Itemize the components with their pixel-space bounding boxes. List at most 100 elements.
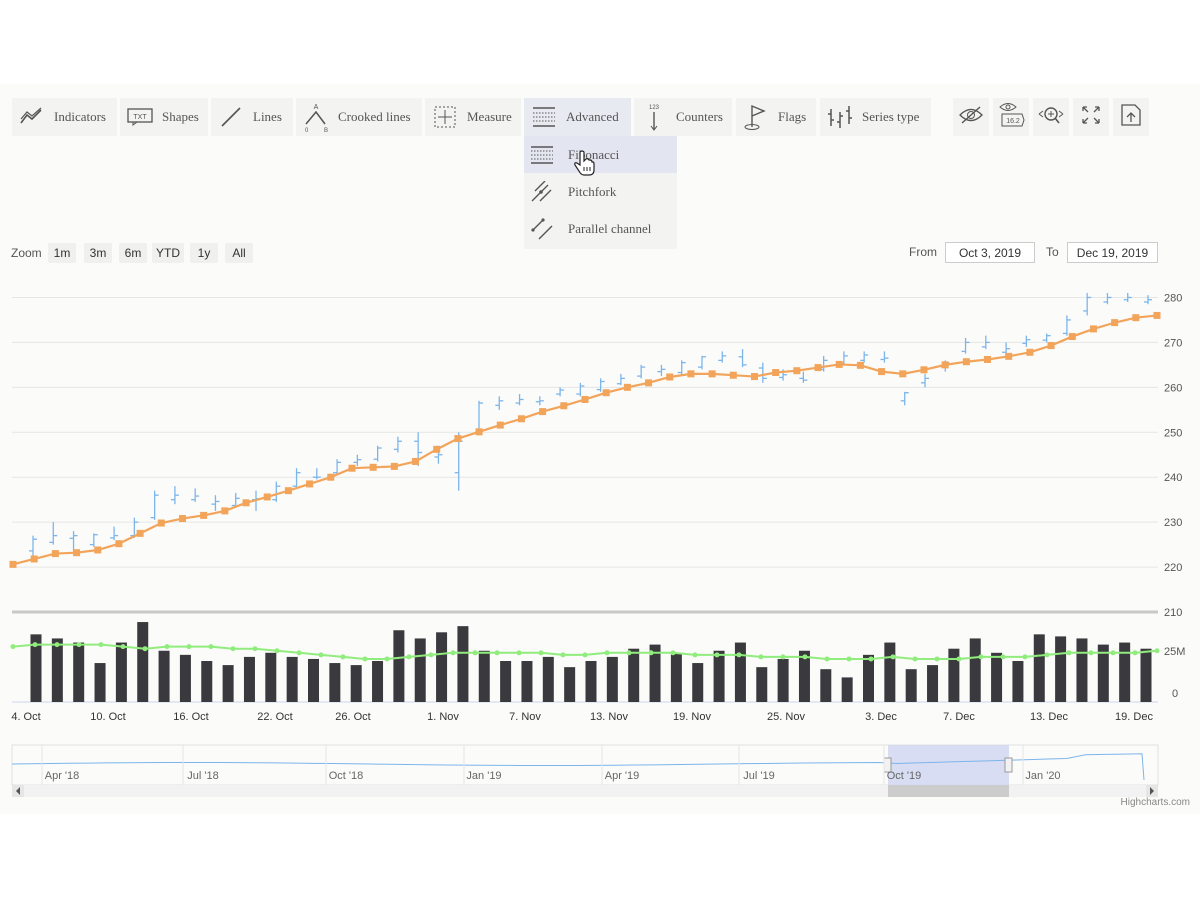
- ohlc-point: [110, 526, 119, 541]
- sma-marker: [539, 408, 547, 416]
- sma-marker: [433, 445, 441, 453]
- sma-marker: [856, 361, 864, 369]
- volume-sma-marker: [406, 654, 412, 660]
- ohlc-point: [150, 490, 159, 520]
- volume-bar: [94, 663, 106, 702]
- stock-chart: 210 220 230 240 250 260 270 280 0 25M 4. Oct 10. Oc…: [9, 292, 1185, 797]
- sma-marker: [390, 462, 398, 470]
- volume-bar: [734, 642, 746, 702]
- volume-sma-marker: [296, 650, 302, 656]
- volume-bar: [1033, 634, 1045, 702]
- volume-sma-marker: [582, 652, 588, 658]
- volume-bar: [585, 661, 597, 702]
- x-axis-label: 13. Dec: [1030, 711, 1068, 723]
- volume-sma-marker: [538, 650, 544, 656]
- sma-marker: [327, 473, 335, 481]
- volume-bar: [863, 654, 874, 702]
- sma-marker: [1111, 319, 1119, 327]
- sma-marker: [878, 368, 886, 376]
- volume-bar: [243, 656, 255, 702]
- ohlc-point: [1062, 315, 1071, 336]
- navigator-label: Jan '19: [466, 770, 501, 782]
- sma-marker: [687, 370, 695, 378]
- sma-marker: [136, 529, 144, 537]
- volume-bar: [1140, 648, 1152, 702]
- volume-sma-marker: [868, 656, 874, 662]
- x-axis-label: 3. Dec: [865, 711, 897, 723]
- price-tick-label: 260: [1164, 382, 1182, 394]
- ohlc-point: [961, 337, 970, 354]
- volume-tick-label: 0: [1172, 688, 1178, 700]
- ohlc-point: [1042, 333, 1051, 343]
- sma-marker: [221, 507, 229, 515]
- price-tick-label: 220: [1164, 562, 1182, 574]
- x-axis-label: 10. Oct: [90, 711, 125, 723]
- price-tick-label: 230: [1164, 517, 1182, 529]
- sma-marker: [73, 549, 81, 557]
- volume-bar: [222, 665, 234, 702]
- volume-bar: [713, 650, 725, 702]
- volume-sma-marker: [890, 654, 896, 660]
- volume-sma-marker: [604, 650, 610, 656]
- ohlc-point: [1144, 295, 1152, 305]
- ohlc-point: [860, 351, 869, 363]
- x-axis-label: 22. Oct: [257, 711, 292, 723]
- volume-bar: [991, 652, 1003, 702]
- ohlc-point: [921, 373, 929, 388]
- volume-bar: [436, 632, 448, 702]
- ohlc-point: [69, 531, 78, 552]
- volume-sma-marker: [54, 642, 60, 648]
- x-axis-label: 7. Dec: [943, 711, 975, 723]
- credits-link[interactable]: Highcharts.com: [1121, 797, 1190, 808]
- volume-bar: [414, 638, 426, 702]
- sma-marker: [1068, 333, 1076, 341]
- volume-bar: [948, 648, 960, 702]
- navigator-label: Oct '19: [887, 770, 922, 782]
- sma-marker: [708, 370, 716, 378]
- volume-sma-marker: [318, 652, 324, 658]
- sma-marker: [284, 487, 292, 495]
- sma-marker: [242, 499, 250, 507]
- ohlc-point: [272, 481, 281, 502]
- volume-bar: [308, 658, 319, 702]
- ohlc-point: [616, 373, 625, 386]
- ohlc-point: [495, 396, 504, 410]
- volume-bar: [606, 656, 618, 702]
- sma-marker: [115, 540, 123, 548]
- volume-sma-marker: [252, 646, 258, 652]
- sma-marker: [1005, 352, 1013, 360]
- sma-marker: [645, 379, 653, 387]
- volume-bar: [564, 667, 576, 702]
- volume-sma-marker: [76, 642, 82, 648]
- volume-sma-marker: [802, 654, 808, 660]
- price-tick-label: 240: [1164, 472, 1182, 484]
- volume-bar: [329, 663, 341, 702]
- volume-sma-marker: [384, 656, 390, 662]
- volume-bar: [777, 658, 789, 702]
- scrollbar-thumb: [888, 785, 1009, 797]
- ohlc-point: [353, 454, 362, 466]
- ohlc-point: [292, 468, 301, 489]
- navigator-handle-right: [1004, 757, 1013, 773]
- volume-sma-marker: [98, 642, 104, 648]
- volume-sma-marker: [758, 654, 764, 660]
- volume-sma-marker: [736, 652, 742, 658]
- volume-sma-marker: [186, 644, 192, 650]
- volume-bar: [905, 669, 917, 702]
- ohlc-point: [1083, 292, 1092, 316]
- volume-bar: [1012, 661, 1024, 702]
- volume-bar: [393, 630, 405, 702]
- price-tick-label: 280: [1164, 292, 1182, 304]
- volume-bar: [521, 661, 533, 702]
- volume-sma-marker: [1154, 648, 1160, 654]
- sma-marker: [475, 428, 483, 436]
- volume-bar: [201, 661, 213, 702]
- volume-sma-marker: [780, 654, 786, 660]
- volume-sma-marker: [164, 644, 170, 650]
- ohlc-point: [393, 436, 402, 453]
- volume-bar: [692, 663, 704, 702]
- x-axis-label: 19. Nov: [673, 711, 711, 723]
- sma-marker: [1026, 348, 1034, 356]
- sma-marker: [517, 415, 525, 423]
- sma-marker: [623, 383, 631, 391]
